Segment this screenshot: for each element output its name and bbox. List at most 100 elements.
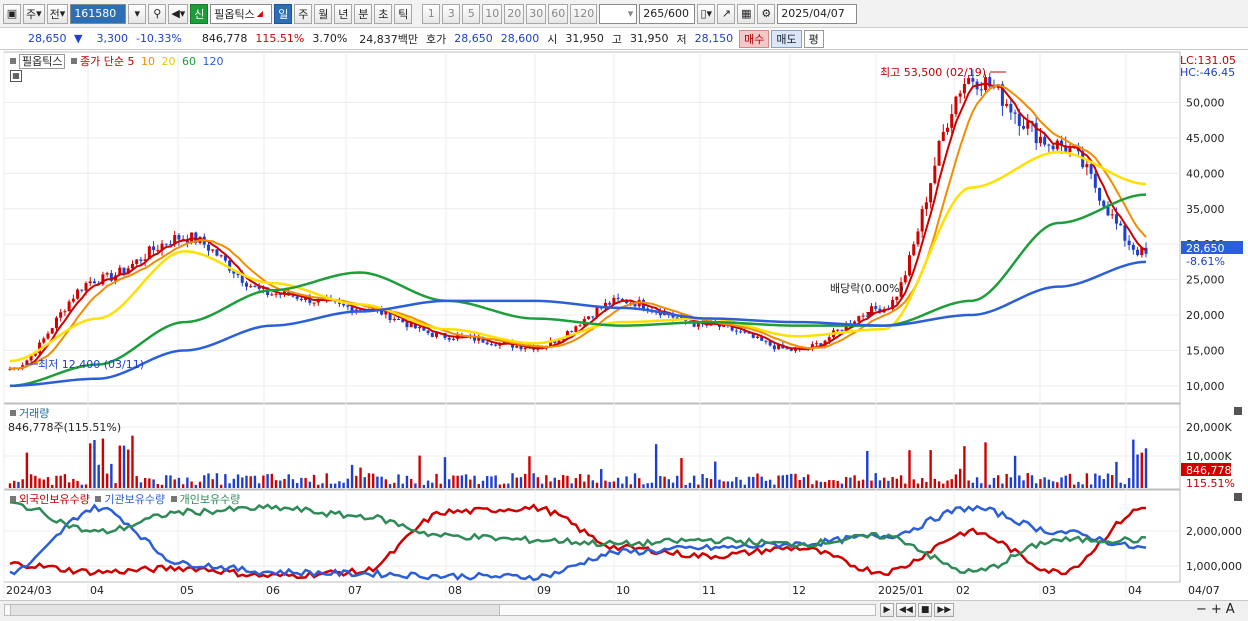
volume-bar — [469, 479, 472, 488]
volume-tick-label: 20,000K — [1186, 421, 1232, 434]
volume-bar — [177, 477, 181, 488]
min-label: 최저 12,400 (03/11) — [38, 358, 144, 371]
candle-body — [1005, 103, 1009, 106]
volume-bar — [148, 478, 151, 488]
candle-body — [346, 305, 350, 307]
legend-ma5: 5 — [127, 55, 135, 68]
legend-square-icon — [10, 496, 16, 502]
volume-bar — [549, 481, 552, 488]
volume-bar — [1094, 473, 1097, 488]
candle-body — [785, 348, 789, 350]
candle-body — [451, 338, 455, 340]
volume-bar — [849, 477, 852, 488]
volume-bar — [642, 484, 645, 488]
volume-bar — [76, 480, 79, 488]
candle-body — [608, 302, 612, 305]
volume-bar — [397, 474, 400, 488]
volume-panel-close-icon[interactable] — [1234, 407, 1242, 415]
volume-bar — [891, 476, 894, 488]
volume-bar — [321, 483, 324, 488]
volume-bar — [958, 468, 962, 488]
volume-bar — [266, 474, 269, 488]
price-tag: 28,650 — [1186, 242, 1225, 255]
volume-bar — [160, 484, 164, 488]
volume-bar — [295, 482, 299, 488]
candle-body — [1013, 112, 1017, 114]
candle-body — [84, 283, 88, 291]
volume-bar — [562, 475, 565, 488]
volume-bar — [785, 474, 789, 488]
volume-bar — [536, 477, 540, 488]
legend-indiv[interactable]: 개인보유수량 — [180, 493, 241, 506]
volume-bar — [942, 483, 945, 488]
candle-body — [1093, 173, 1097, 188]
volume-bar — [1102, 479, 1105, 488]
volume-bar — [836, 481, 839, 488]
x-tick-label: 2025/01 — [878, 584, 924, 597]
candle-body — [840, 329, 844, 331]
volume-bar — [1089, 484, 1093, 488]
holder-panel-close-icon[interactable] — [1234, 493, 1242, 501]
volume-bar — [629, 484, 632, 488]
play-icon[interactable]: ▶ — [880, 603, 894, 617]
volume-bar — [528, 456, 531, 488]
volume-bar — [228, 483, 231, 488]
volume-bar — [984, 442, 987, 488]
legend-stock-name[interactable]: 필옵틱스 — [19, 54, 66, 69]
playback-controls: ▶ ◀◀ ■ ▶▶ — [880, 603, 955, 617]
hc-label: HC:-46.45 — [1180, 66, 1235, 79]
volume-bar — [367, 473, 371, 488]
candle-body — [1131, 244, 1135, 250]
vol-tag: 846,778 — [1186, 464, 1232, 477]
price-tick-label: 50,000 — [1186, 97, 1225, 110]
candle-body — [447, 337, 451, 340]
price-legend: 필옵틱스 종가 단순 5 10 20 60 120 — [8, 53, 223, 69]
volume-bar — [975, 477, 979, 488]
volume-bar — [963, 446, 966, 488]
legend-foreign[interactable]: 외국인보유수량 — [19, 493, 90, 506]
volume-bar — [215, 473, 219, 488]
volume-bar — [1056, 482, 1059, 488]
holder-tick-label: 1,000,000 — [1186, 560, 1242, 573]
volume-bar — [84, 484, 88, 488]
legend-ma20: 20 — [161, 55, 176, 68]
volume-bar — [1005, 473, 1008, 488]
candle-body — [270, 294, 274, 296]
volume-bar — [219, 484, 223, 488]
candle-body — [1089, 164, 1093, 174]
volume-bar — [274, 480, 278, 488]
volume-bar — [110, 463, 113, 488]
candle-body — [63, 311, 67, 313]
legend-inst[interactable]: 기관보유수량 — [104, 493, 165, 506]
volume-bar — [376, 476, 379, 488]
volume-bar — [1043, 477, 1046, 488]
candle-body — [88, 281, 92, 284]
legend-ma-prefix[interactable]: 종가 단순 — [80, 55, 124, 68]
volume-bar — [519, 477, 523, 488]
volume-bar — [950, 479, 953, 488]
volume-bar — [1022, 480, 1025, 488]
volume-bar — [439, 483, 442, 488]
candle-body — [1047, 144, 1051, 146]
volume-bar — [595, 482, 599, 488]
volume-bar — [899, 475, 903, 488]
calculator-icon[interactable]: ▦ — [10, 70, 22, 82]
scroll-thumb[interactable] — [10, 604, 500, 616]
volume-bar — [1030, 475, 1034, 488]
volume-bar — [553, 477, 556, 488]
volume-bar — [224, 474, 227, 488]
forward-icon[interactable]: ▶▶ — [934, 603, 955, 617]
rewind-icon[interactable]: ◀◀ — [896, 603, 916, 617]
candle-body — [206, 244, 210, 251]
stop-icon[interactable]: ■ — [917, 603, 933, 617]
stock-chart[interactable]: 50,00045,00040,00035,00030,00025,00020,0… — [0, 0, 1248, 621]
candle-body — [1127, 240, 1131, 245]
volume-bar — [524, 473, 527, 488]
legend-ma60: 60 — [181, 55, 196, 68]
candle-body — [1022, 125, 1026, 129]
volume-bar — [616, 477, 620, 488]
x-tick-label: 09 — [537, 584, 551, 597]
volume-bar — [777, 475, 780, 488]
candle-body — [755, 336, 759, 338]
zoom-controls[interactable]: −+A — [1196, 602, 1239, 617]
